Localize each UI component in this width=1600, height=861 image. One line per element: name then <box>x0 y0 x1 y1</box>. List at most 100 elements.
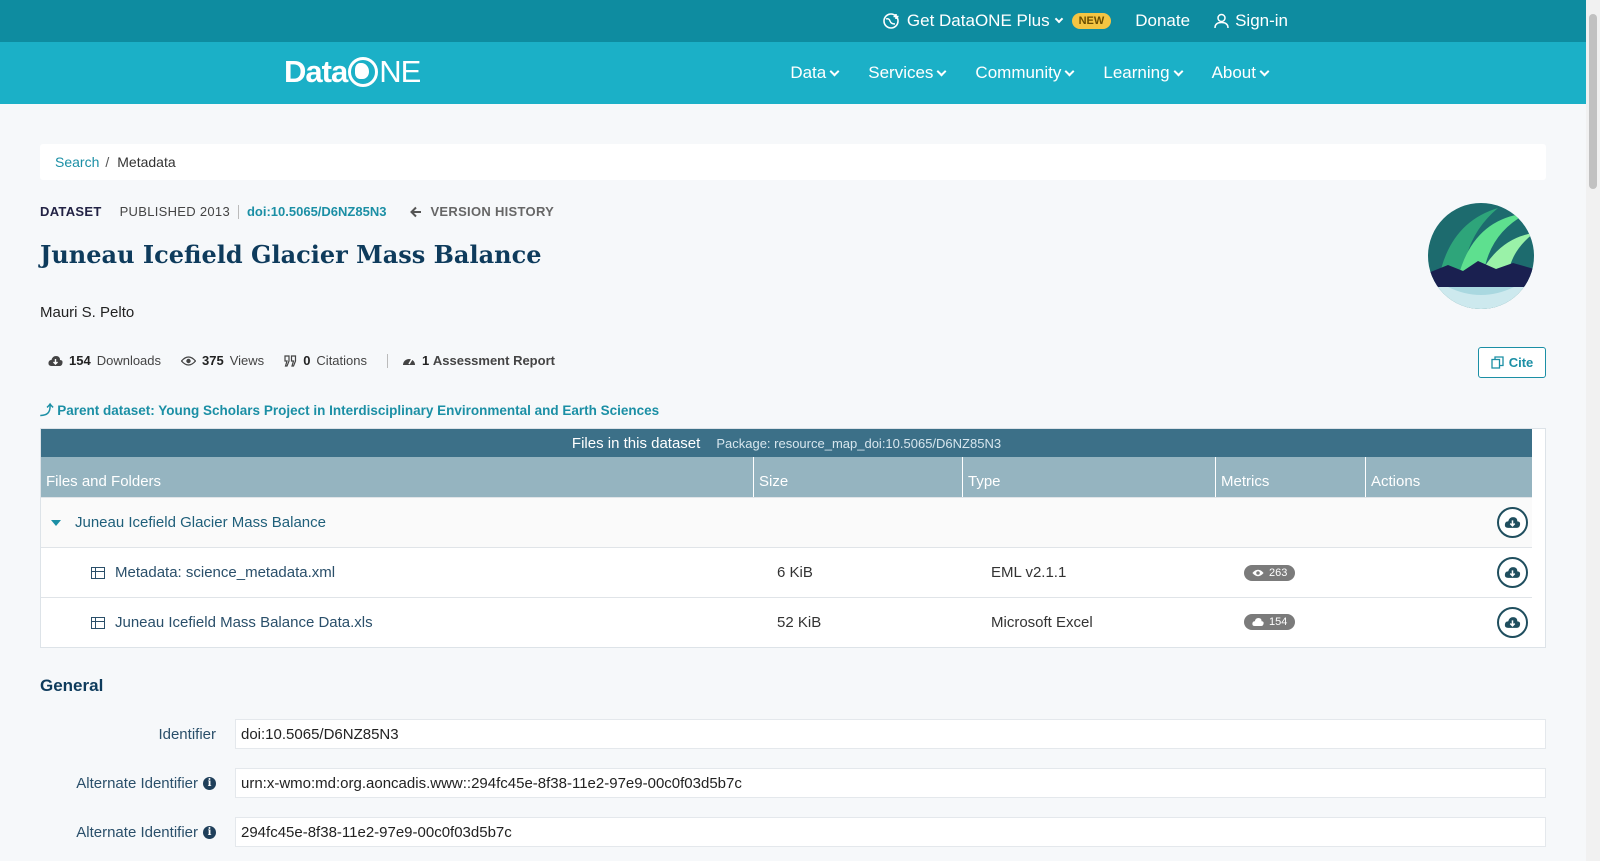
file-size: 52 KiB <box>777 614 822 631</box>
downloads-metric-badge: 154 <box>1244 614 1296 630</box>
cloud-download-icon <box>1504 567 1521 578</box>
user-icon <box>1214 13 1229 29</box>
folder-name[interactable]: Juneau Icefield Glacier Mass Balance <box>75 514 326 531</box>
metric-value: 154 <box>1269 616 1288 628</box>
main-navbar: Data NE Data Services Community Learning… <box>0 42 1586 104</box>
divider <box>387 353 388 368</box>
sign-in-link[interactable]: Sign-in <box>1214 11 1288 31</box>
chevron-down-icon <box>1064 66 1075 76</box>
breadcrumb-search-link[interactable]: Search <box>55 154 99 170</box>
parent-dataset-link[interactable]: ⤴ Parent dataset: Young Scholars Project… <box>40 399 659 419</box>
dataone-logo[interactable]: Data NE <box>284 54 421 90</box>
download-button[interactable] <box>1497 557 1528 588</box>
files-table-header: Files in this dataset Package: resource_… <box>41 429 1532 457</box>
column-header-metrics[interactable]: Metrics <box>1216 457 1366 497</box>
field-label: Identifier <box>158 725 216 743</box>
nav-data-label: Data <box>790 63 827 82</box>
arrow-left-icon <box>410 206 422 217</box>
nav-services[interactable]: Services <box>868 63 947 83</box>
breadcrumb: Search / Metadata <box>40 144 1546 180</box>
get-dataone-plus-menu[interactable]: Get DataONE Plus NEW <box>883 11 1112 31</box>
alternate-identifier-field: Alternate Identifier i 294fc45e-8f38-11e2… <box>40 817 1546 847</box>
info-icon[interactable]: i <box>203 776 216 790</box>
nav-menu: Data Services Community Learning About <box>790 42 1270 104</box>
dataset-author: Mauri S. Pelto <box>40 304 135 321</box>
repository-logo[interactable] <box>1428 203 1534 309</box>
version-history-label: VERSION HISTORY <box>430 204 555 219</box>
views-label: Views <box>229 353 265 368</box>
logo-globe-icon <box>348 57 379 87</box>
gauge-icon <box>403 358 415 365</box>
download-all-button[interactable] <box>1497 507 1528 538</box>
quote-icon <box>284 354 297 367</box>
info-icon[interactable]: i <box>203 825 216 839</box>
version-history-link[interactable]: VERSION HISTORY <box>410 204 554 219</box>
page-scrollbar[interactable] <box>1586 0 1600 861</box>
citations-label: Citations <box>316 353 367 368</box>
field-value[interactable]: urn:x-wmo:md:org.aoncadis.www::294fc45e-… <box>235 768 1546 798</box>
column-header-size[interactable]: Size <box>754 457 963 497</box>
page-title: Juneau Icefield Glacier Mass Balance <box>40 240 542 269</box>
table-row-folder[interactable]: Juneau Icefield Glacier Mass Balance <box>41 497 1532 547</box>
donate-link[interactable]: Donate <box>1135 11 1190 31</box>
file-type: EML v2.1.1 <box>991 564 1067 581</box>
cite-button[interactable]: Cite <box>1478 347 1546 378</box>
file-name[interactable]: Juneau Icefield Mass Balance Data.xls <box>115 614 373 631</box>
column-header-type[interactable]: Type <box>963 457 1216 497</box>
cloud-download-icon <box>1504 617 1521 628</box>
assessment-label: Assessment Report <box>432 353 555 368</box>
top-utility-bar: Get DataONE Plus NEW Donate Sign-in <box>0 0 1586 42</box>
file-type: Microsoft Excel <box>991 614 1093 631</box>
globe-plus-icon <box>883 13 899 29</box>
new-badge: NEW <box>1071 13 1112 29</box>
chevron-down-icon <box>1054 14 1063 24</box>
cloud-download-icon <box>1252 618 1264 626</box>
caret-down-icon[interactable] <box>51 519 61 526</box>
logo-text-left: Data <box>284 54 348 89</box>
sign-in-label: Sign-in <box>1235 11 1288 30</box>
level-up-icon: ⤴ <box>40 403 54 418</box>
chevron-down-icon <box>1259 66 1270 76</box>
table-row[interactable]: Juneau Icefield Mass Balance Data.xls 52… <box>41 597 1532 647</box>
files-table: Files in this dataset Package: resource_… <box>40 428 1546 648</box>
dataset-doi[interactable]: doi:10.5065/D6NZ85N3 <box>247 204 386 219</box>
table-row[interactable]: Metadata: science_metadata.xml 6 KiB EML… <box>41 547 1532 597</box>
nav-about[interactable]: About <box>1212 63 1270 83</box>
nav-learning[interactable]: Learning <box>1103 63 1184 83</box>
scrollbar-thumb[interactable] <box>1589 14 1597 189</box>
published-year: PUBLISHED 2013 <box>119 204 230 219</box>
views-count: 375 <box>202 353 224 368</box>
nav-services-label: Services <box>868 63 934 82</box>
nav-community[interactable]: Community <box>975 63 1075 83</box>
table-icon <box>91 616 105 629</box>
nav-data[interactable]: Data <box>790 63 840 83</box>
copy-icon <box>1491 356 1504 369</box>
assessment-stat[interactable]: 1 Assessment Report <box>402 353 555 368</box>
views-metric-badge: 263 <box>1244 565 1296 581</box>
field-label: Alternate Identifier <box>76 823 198 841</box>
field-value[interactable]: 294fc45e-8f38-11e2-97e9-00c0f03d5b7c <box>235 817 1546 847</box>
logo-text-right: NE <box>379 54 421 89</box>
cite-label: Cite <box>1508 355 1534 370</box>
donate-label: Donate <box>1135 11 1191 30</box>
views-stat: 375 Views <box>181 353 264 368</box>
field-value[interactable]: doi:10.5065/D6NZ85N3 <box>235 719 1546 749</box>
field-label: Alternate Identifier <box>76 774 198 792</box>
chevron-down-icon <box>1173 66 1184 76</box>
file-name[interactable]: Metadata: science_metadata.xml <box>115 564 335 581</box>
breadcrumb-separator: / <box>105 154 110 170</box>
chevron-down-icon <box>829 66 840 76</box>
column-header-actions: Actions <box>1371 473 1421 490</box>
assessment-count: 1 <box>422 353 430 368</box>
download-button[interactable] <box>1497 607 1528 638</box>
downloads-label: Downloads <box>96 353 162 368</box>
identifier-field: Identifier doi:10.5065/D6NZ85N3 <box>40 719 1546 749</box>
downloads-count: 154 <box>69 353 91 368</box>
file-size: 6 KiB <box>777 564 813 581</box>
citations-count: 0 <box>303 353 311 368</box>
column-header-files[interactable]: Files and Folders <box>41 457 754 497</box>
dataset-stats: 154 Downloads 375 Views 0 Citations 1 As… <box>48 353 555 368</box>
nav-learning-label: Learning <box>1103 63 1170 82</box>
files-table-columns: Files and Folders Size Type Metrics Acti… <box>41 457 1532 497</box>
parent-dataset-label: Parent dataset: Young Scholars Project i… <box>57 403 660 418</box>
